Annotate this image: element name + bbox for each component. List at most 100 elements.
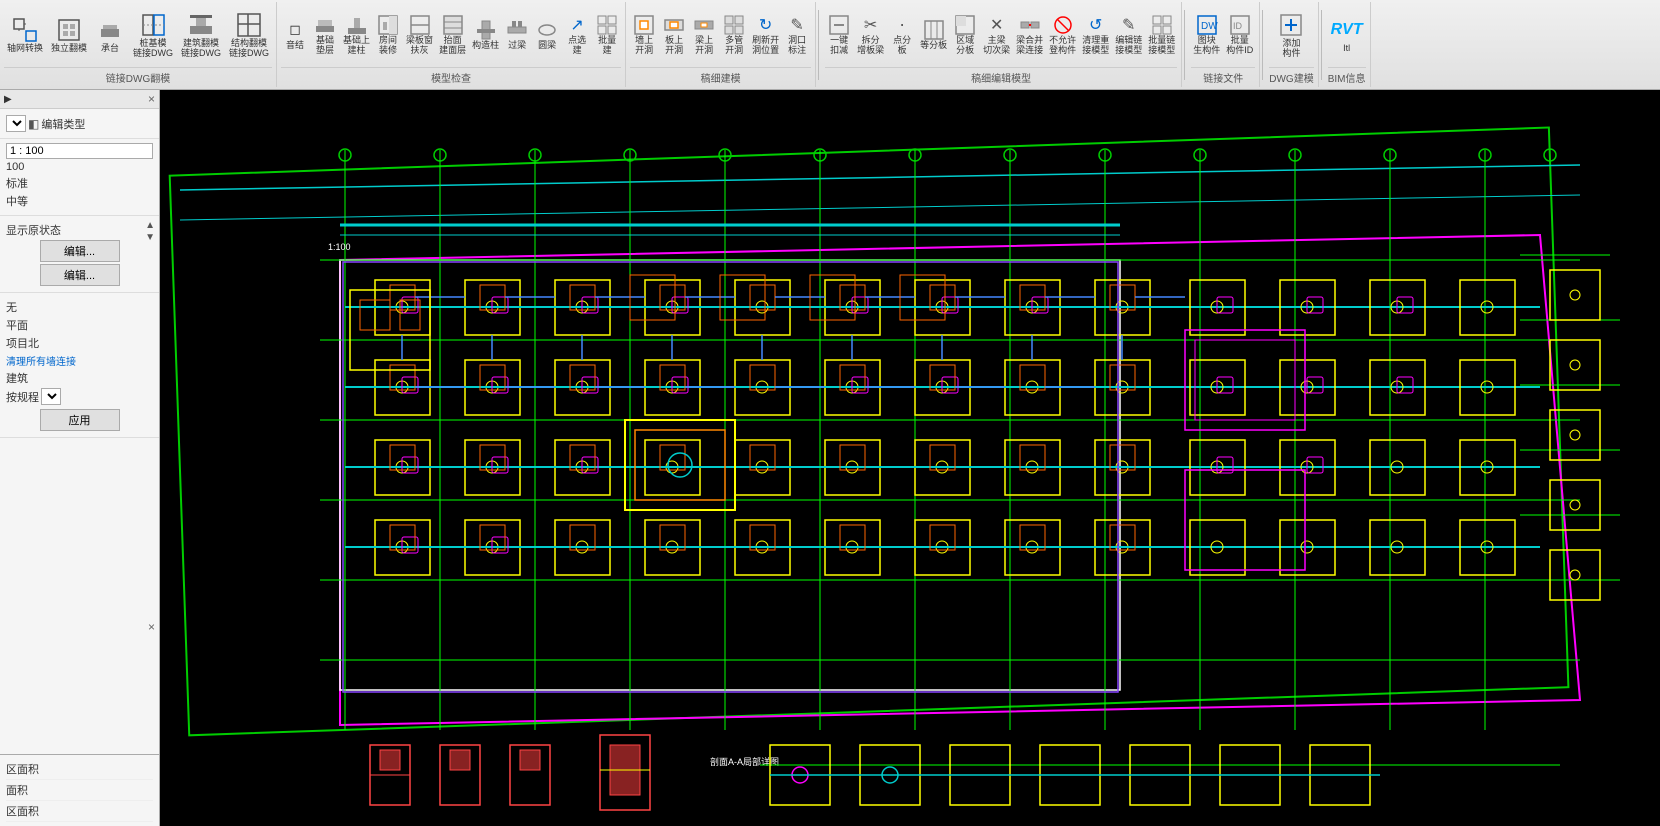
panel-scale-standard: 标准: [6, 175, 153, 191]
btn-slab-open[interactable]: 板上开洞: [660, 13, 688, 57]
btn-arch-dwg[interactable]: 建筑翻模链接DWG: [178, 9, 224, 61]
btn-block-component-label: 图块生构件: [1193, 36, 1220, 56]
toolbar-group-bim-label: BIM信息: [1328, 67, 1366, 85]
btn-refresh-open[interactable]: ↻ 刷新开洞位置: [750, 13, 781, 57]
btn-beam-merge[interactable]: 梁合并梁连接: [1014, 13, 1045, 57]
btn-struct-dwg-label: 结构翻模链接DWG: [229, 39, 269, 59]
btn-edit-link[interactable]: ✎ 编辑链接模型: [1113, 13, 1144, 57]
panel-clear-walls-label: 清理所有墙连接: [6, 353, 153, 368]
btn-surface[interactable]: 抬面建面层: [437, 13, 468, 57]
toolbar-group-bim: RVT Itl BIM信息: [1324, 2, 1371, 87]
btn-struct-dwg[interactable]: 结构翻模链接DWG: [226, 9, 272, 61]
btn-add-component[interactable]: 添加构件: [1273, 9, 1309, 61]
btn-batch-link[interactable]: 批量链接模型: [1146, 13, 1177, 57]
btn-clean-reconnect[interactable]: ↺ 清理重接模型: [1080, 13, 1111, 57]
btn-batch-id[interactable]: ID 批量构件ID: [1224, 13, 1255, 57]
toolbar-group-dwg-label: 链接DWG翻模: [4, 67, 272, 85]
svg-text:DWG: DWG: [1201, 21, 1218, 32]
panel-display-label: 显示原状态: [6, 222, 153, 238]
round-beam-icon: [536, 19, 558, 41]
btn-region-divide-label: 区域分板: [956, 36, 974, 56]
toolbar-group-model-check-label: 模型检查: [281, 67, 621, 85]
btn-one-key-reduce[interactable]: 一键扣减: [825, 13, 853, 57]
left-panel: ▶ × ▲ ▼ ◧ 编辑类型 100 标准 中等 显示原状态 编辑... 编辑.…: [0, 90, 160, 826]
panel-close-btn-top[interactable]: ×: [148, 92, 155, 106]
foundation-col-icon: [346, 14, 368, 36]
btn-multi-open[interactable]: 多管开洞: [720, 13, 748, 57]
panel-type-selector-section: ◧ 编辑类型: [0, 109, 159, 139]
toolbar-group-fine-model-label: 稿细建模: [630, 67, 811, 85]
batch-build-icon: [596, 14, 618, 36]
btn-rvt[interactable]: RVT Itl: [1329, 14, 1365, 56]
btn-pile-dwg[interactable]: 桩基模链接DWG: [130, 9, 176, 61]
main-toolbar: 轴网转换 独立翻模 承台 桩基模链接DWG: [0, 0, 1660, 90]
one-key-reduce-icon: [828, 14, 850, 36]
toolbar-divider-1: [818, 10, 819, 80]
btn-room[interactable]: 房间装修: [374, 13, 402, 57]
panel-edit-btn2[interactable]: 编辑...: [40, 264, 120, 286]
btn-region-divide[interactable]: 区域分板: [951, 13, 979, 57]
bearing-icon: [96, 16, 124, 44]
surface-icon: [442, 14, 464, 36]
btn-bearing[interactable]: 承台: [92, 14, 128, 56]
panel-close-btn-second[interactable]: ×: [148, 620, 155, 634]
point-split-icon: ·: [891, 14, 913, 36]
btn-struct-col-label: 构造柱: [472, 41, 499, 51]
btn-sound[interactable]: ◻ 音结: [281, 18, 309, 52]
svg-text:1:100: 1:100: [328, 242, 351, 252]
batch-link-icon: [1151, 14, 1173, 36]
btn-struct-col[interactable]: 构造柱: [470, 18, 501, 52]
panel-scale-medium: 中等: [6, 193, 153, 209]
btn-sound-label: 音结: [286, 41, 304, 51]
panel-edit-btn1[interactable]: 编辑...: [40, 240, 120, 262]
room-icon: [377, 14, 399, 36]
btn-lintel[interactable]: 过梁: [503, 18, 531, 52]
panel-rule-dropdown[interactable]: [41, 388, 61, 405]
scroll-down-btn[interactable]: ▼: [145, 232, 155, 243]
batch-id-icon: ID: [1229, 14, 1251, 36]
no-register-icon: [1052, 14, 1074, 36]
wall-open-icon: [633, 14, 655, 36]
panel-rule-label: 按规程: [6, 389, 39, 405]
btn-beam-merge-label: 梁合并梁连接: [1016, 36, 1043, 56]
btn-batch-build[interactable]: 批量建: [593, 13, 621, 57]
panel-display-section: 显示原状态 编辑... 编辑...: [0, 216, 159, 293]
btn-beam-slab[interactable]: 梁板窗扶灰: [404, 13, 435, 57]
btn-point-build[interactable]: ↗ 点选建: [563, 13, 591, 57]
btn-foundation[interactable]: 基础垫层: [311, 13, 339, 57]
panel-scale-section: 100 标准 中等: [0, 139, 159, 216]
btn-block-component[interactable]: DWG 图块生构件: [1191, 13, 1222, 57]
btn-opening-mark[interactable]: ✎ 洞口标注: [783, 13, 811, 57]
equal-divide-icon: [923, 19, 945, 41]
btn-room-label: 房间装修: [379, 36, 397, 56]
bottom-left-panel: 区面积 面积 区面积: [0, 754, 160, 826]
btn-batch-link-label: 批量链接模型: [1148, 36, 1175, 56]
panel-expand-arrow[interactable]: ▶: [4, 94, 12, 105]
btn-main-beam-cut[interactable]: ✕ 主梁切次梁: [981, 13, 1012, 57]
toolbar-group-link-file-label: 链接文件: [1191, 67, 1255, 85]
btn-axis-convert[interactable]: 轴网转换: [4, 14, 46, 56]
panel-type-dropdown[interactable]: [6, 115, 26, 132]
pile-dwg-icon: [139, 11, 167, 39]
btn-point-split[interactable]: · 点分板: [888, 13, 916, 57]
panel-second-close-area: ×: [148, 620, 155, 634]
btn-opening-mark-label: 洞口标注: [788, 36, 806, 56]
cad-svg: 剖面A-A局部详图 1:100: [160, 90, 1660, 826]
btn-equal-divide[interactable]: 等分板: [918, 18, 949, 52]
panel-apply-btn[interactable]: 应用: [40, 409, 120, 431]
btn-split-beam[interactable]: ✂ 拆分增板梁: [855, 13, 886, 57]
canvas-area[interactable]: 剖面A-A局部详图 1:100: [160, 90, 1660, 826]
btn-rvt-label: Itl: [1343, 44, 1350, 54]
btn-beam-open[interactable]: 梁上开洞: [690, 13, 718, 57]
scroll-up-btn[interactable]: ▲: [145, 220, 155, 231]
btn-solo-model[interactable]: 独立翻模: [48, 14, 90, 56]
panel-type-icon: ◧: [28, 117, 39, 131]
btn-foundation-col[interactable]: 基础上建柱: [341, 13, 372, 57]
panel-scale-input[interactable]: [6, 143, 153, 159]
btn-split-beam-label: 拆分增板梁: [857, 36, 884, 56]
panel-building-label: 建筑: [6, 370, 153, 386]
btn-lintel-label: 过梁: [508, 41, 526, 51]
btn-wall-open[interactable]: 墙上开洞: [630, 13, 658, 57]
btn-no-register[interactable]: 不允许登构件: [1047, 13, 1078, 57]
btn-round-beam[interactable]: 圆梁: [533, 18, 561, 52]
